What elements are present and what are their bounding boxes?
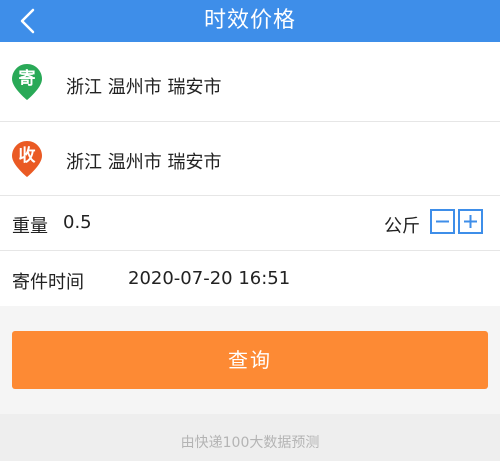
page-title: 时效价格 (203, 8, 296, 33)
sender-address: 浙江 温州市 瑞安市 (66, 77, 222, 98)
send-time-value: 2020-07-20 16:51 (128, 268, 291, 289)
weight-label: 重量 (12, 216, 48, 237)
receiver-address: 浙江 温州市 瑞安市 (66, 152, 222, 173)
decrease-weight-button[interactable] (430, 209, 455, 234)
weight-row: 重量 0.5 公斤 (0, 196, 500, 251)
weight-value[interactable]: 0.5 (63, 212, 92, 233)
weight-unit: 公斤 (384, 216, 420, 237)
query-button[interactable]: 查询 (12, 331, 488, 389)
increase-weight-button[interactable] (458, 209, 483, 234)
sender-row[interactable]: 寄 浙江 温州市 瑞安市 (0, 42, 500, 122)
minus-icon (436, 220, 449, 223)
pin-receive-icon: 收 (11, 140, 43, 178)
send-time-row[interactable]: 寄件时间 2020-07-20 16:51 (0, 251, 500, 306)
weight-stepper (430, 209, 486, 234)
send-time-label: 寄件时间 (12, 272, 84, 293)
pin-send-icon: 寄 (11, 63, 43, 101)
receiver-row[interactable]: 收 浙江 温州市 瑞安市 (0, 122, 500, 196)
plus-icon (464, 215, 477, 228)
pin-send-label: 寄 (18, 69, 36, 89)
app-header: 时效价格 (0, 0, 500, 42)
footer-note: 由快递100大数据预测 (180, 435, 320, 451)
pin-receive-label: 收 (18, 146, 36, 166)
